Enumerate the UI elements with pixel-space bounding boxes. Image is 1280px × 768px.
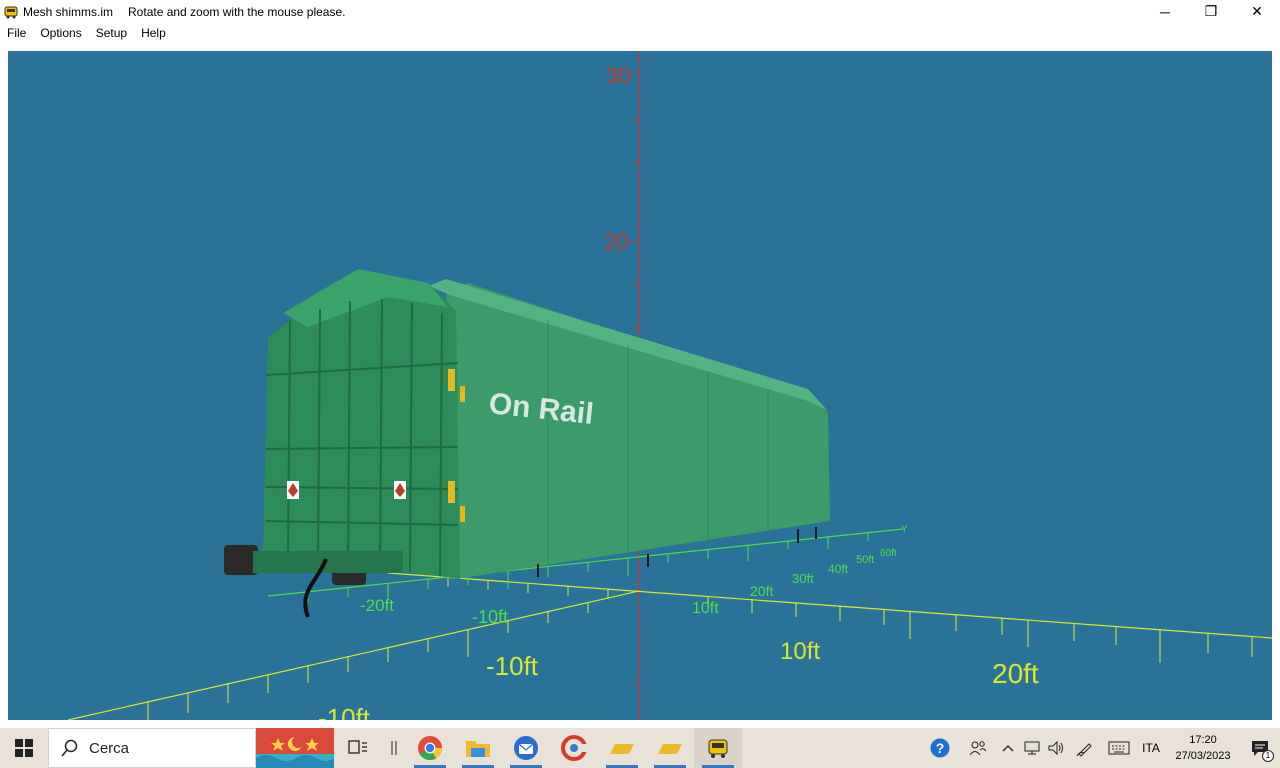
notifications-button[interactable]: 1 bbox=[1240, 728, 1280, 768]
wagon-model[interactable]: On Rail bbox=[224, 269, 830, 618]
people-icon bbox=[969, 741, 987, 756]
vertical-label-30: 30 bbox=[606, 63, 630, 88]
windows-icon bbox=[15, 739, 33, 757]
pen-icon bbox=[1076, 743, 1092, 757]
axis-y-label-6: 50ft bbox=[856, 554, 874, 566]
search-icon bbox=[61, 739, 78, 757]
taskbar-chrome[interactable] bbox=[406, 728, 454, 768]
network-icon bbox=[1024, 741, 1040, 755]
buffer-left bbox=[224, 545, 258, 575]
chevron-up-icon bbox=[1002, 745, 1014, 752]
axis-a-ticks bbox=[447, 577, 1253, 663]
close-button[interactable]: ✕ bbox=[1234, 0, 1280, 23]
volume-icon bbox=[1048, 740, 1063, 756]
axis-a-label-0: -10ft bbox=[486, 651, 539, 681]
chrome-icon bbox=[418, 736, 442, 761]
clock-date: 27/03/2023 bbox=[1175, 750, 1231, 762]
keyboard-icon bbox=[1108, 741, 1130, 755]
menu-help[interactable]: Help bbox=[134, 26, 173, 40]
help-tray-button[interactable]: ? bbox=[920, 728, 960, 768]
window-message: Rotate and zoom with the mouse please. bbox=[128, 4, 346, 19]
folder-icon bbox=[466, 741, 490, 757]
folder-icon bbox=[658, 744, 682, 754]
axis-y-label-5: 40ft bbox=[828, 562, 849, 576]
axis-y-name: Y bbox=[901, 524, 908, 535]
3d-viewport[interactable]: 30 20 -10ft 10ft 20ft -10ft -20ft -10ft … bbox=[8, 51, 1272, 720]
axis-b-line bbox=[67, 590, 640, 720]
minimize-button[interactable]: ─ bbox=[1142, 0, 1188, 23]
taskbar-folder-1[interactable] bbox=[598, 728, 646, 768]
thunderbird-icon bbox=[514, 736, 538, 760]
axis-y-label-3: 20ft bbox=[750, 583, 773, 599]
taskbar-folder-2[interactable] bbox=[646, 728, 694, 768]
restore-button[interactable]: ❐ bbox=[1188, 0, 1234, 23]
folder-icon bbox=[610, 744, 634, 754]
wagon-side bbox=[446, 283, 830, 579]
notification-count: 1 bbox=[1262, 750, 1274, 762]
touch-keyboard-button[interactable] bbox=[1102, 728, 1136, 768]
help-icon: ? bbox=[930, 738, 950, 758]
pen-tray-button[interactable] bbox=[1068, 728, 1102, 768]
network-tray-button[interactable] bbox=[1020, 728, 1044, 768]
start-button[interactable] bbox=[0, 728, 48, 768]
taskbar: Cerca ? ITA 17:20 27/03/2023 1 bbox=[0, 728, 1280, 768]
taskbar-separator bbox=[382, 728, 406, 768]
system-tray: ? ITA 17:20 27/03/2023 1 bbox=[920, 728, 1280, 768]
menu-setup[interactable]: Setup bbox=[89, 26, 134, 40]
menu-options[interactable]: Options bbox=[33, 26, 88, 40]
show-hidden-icons-button[interactable] bbox=[996, 728, 1020, 768]
axis-y-label-0: -20ft bbox=[360, 596, 394, 615]
axis-a-line bbox=[387, 572, 1272, 639]
menu-file[interactable]: File bbox=[0, 26, 33, 40]
svg-text:?: ? bbox=[936, 740, 945, 756]
clock[interactable]: 17:20 27/03/2023 bbox=[1166, 732, 1240, 764]
axis-b-label-0: -10ft bbox=[318, 703, 371, 720]
buffer-beam bbox=[253, 551, 403, 573]
search-highlight-icon[interactable] bbox=[256, 728, 334, 768]
axis-y-label-7: 60ft bbox=[880, 548, 897, 559]
menu-bar: File Options Setup Help bbox=[0, 23, 1280, 43]
taskbar-thunderbird[interactable] bbox=[502, 728, 550, 768]
window-title: Mesh shimms.im bbox=[23, 4, 114, 19]
taskbar-mesh-app[interactable] bbox=[694, 728, 742, 768]
app-icon bbox=[708, 739, 728, 758]
search-placeholder: Cerca bbox=[89, 739, 130, 757]
people-tray-button[interactable] bbox=[960, 728, 996, 768]
search-box[interactable]: Cerca bbox=[48, 728, 256, 768]
axis-a-label-2: 20ft bbox=[992, 658, 1039, 689]
axis-y-label-1: -10ft bbox=[472, 607, 508, 627]
axis-y-label-2: 10ft bbox=[692, 600, 719, 617]
axis-a-label-1: 10ft bbox=[780, 638, 820, 665]
app-icon bbox=[4, 6, 18, 18]
taskbar-file-explorer[interactable] bbox=[454, 728, 502, 768]
volume-tray-button[interactable] bbox=[1044, 728, 1068, 768]
scene-canvas[interactable]: 30 20 -10ft 10ft 20ft -10ft -20ft -10ft … bbox=[8, 51, 1272, 720]
ccleaner-icon bbox=[561, 735, 587, 761]
task-view-icon bbox=[348, 740, 367, 754]
input-language[interactable]: ITA bbox=[1136, 741, 1166, 755]
vertical-label-20: 20 bbox=[604, 229, 628, 254]
title-bar: Mesh shimms.im Rotate and zoom with the … bbox=[0, 0, 1280, 23]
taskbar-ccleaner[interactable] bbox=[550, 728, 598, 768]
axis-y-label-4: 30ft bbox=[792, 571, 814, 586]
task-view-button[interactable] bbox=[334, 728, 382, 768]
clock-time: 17:20 bbox=[1189, 734, 1217, 746]
